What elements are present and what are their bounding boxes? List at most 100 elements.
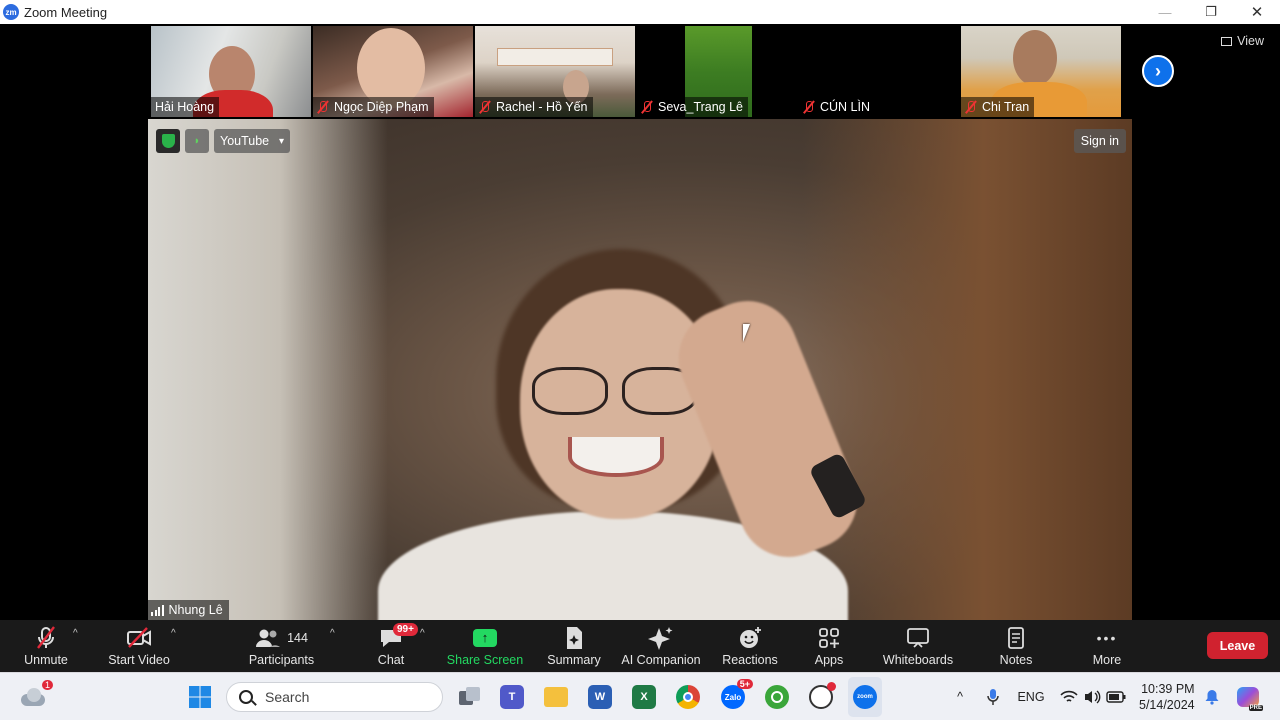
reactions-label: Reactions xyxy=(722,652,778,667)
microphone-tray-icon[interactable] xyxy=(982,673,1004,720)
chat-options-caret[interactable]: ^ xyxy=(420,628,425,639)
whiteboard-icon xyxy=(906,626,930,650)
task-view-icon xyxy=(459,687,481,707)
participant-tile[interactable]: Ngọc Diệp Phạm xyxy=(313,26,473,117)
zalo-icon: Zalo 5+ xyxy=(721,679,753,709)
start-button[interactable] xyxy=(186,673,214,720)
view-button[interactable]: View xyxy=(1221,34,1264,48)
participant-name-label: Chi Tran xyxy=(961,97,1035,117)
participant-name-label: Hải Hoàng xyxy=(151,97,220,117)
audio-options-caret[interactable]: ^ xyxy=(73,628,78,639)
zalo-label: Zalo xyxy=(724,692,742,702)
muted-mic-icon xyxy=(965,100,977,114)
chat-label: Chat xyxy=(377,652,405,667)
sign-in-button[interactable]: Sign in xyxy=(1073,129,1126,153)
recording-app[interactable] xyxy=(806,673,836,720)
copilot-preview-tag: PRE xyxy=(1248,705,1263,711)
window-title: Zoom Meeting xyxy=(24,4,108,20)
apps-label: Apps xyxy=(814,652,844,667)
zalo-badge: 5+ xyxy=(736,679,753,689)
sparkle-icon xyxy=(648,626,674,650)
notifications-bell-icon[interactable] xyxy=(1202,673,1222,720)
word-app[interactable]: W xyxy=(586,673,614,720)
speaker-smile xyxy=(568,437,664,477)
folder-icon xyxy=(544,687,568,707)
apps-icon xyxy=(818,626,840,650)
more-label: More xyxy=(1092,652,1122,667)
participants-label: Participants xyxy=(248,652,315,667)
volume-icon[interactable] xyxy=(1082,673,1102,720)
show-hidden-icons-button[interactable]: ^ xyxy=(950,673,970,720)
participant-tile[interactable]: Seva_Trang Lê xyxy=(637,26,797,117)
participant-tile[interactable]: Rachel - Hồ Yến xyxy=(475,26,635,117)
unmute-button[interactable]: Unmute xyxy=(16,620,76,672)
participant-video xyxy=(357,28,425,108)
app-icon xyxy=(809,682,836,709)
maximize-button[interactable]: ❐ xyxy=(1188,0,1234,24)
zoom-logo-icon: zm xyxy=(3,4,19,20)
next-page-button[interactable]: › xyxy=(1142,55,1174,87)
chevron-right-icon: › xyxy=(1155,60,1161,81)
excel-icon: X xyxy=(632,685,656,709)
copilot-button[interactable]: PRE xyxy=(1234,673,1263,720)
muted-mic-icon xyxy=(317,100,329,114)
more-dots-icon: ••• xyxy=(1096,629,1118,646)
active-speaker-video[interactable]: ◗ YouTube ▾ Sign in Nhung Lê xyxy=(148,119,1132,620)
signal-strength-icon xyxy=(151,604,164,616)
start-video-button[interactable]: Start Video xyxy=(104,620,174,672)
summary-button[interactable]: Summary xyxy=(542,620,606,672)
participants-options-caret[interactable]: ^ xyxy=(330,628,335,639)
participant-tile[interactable]: CÚN LÌN xyxy=(799,26,959,117)
task-view-button[interactable] xyxy=(456,673,484,720)
unmute-label: Unmute xyxy=(24,652,68,667)
taskbar-search[interactable]: Search xyxy=(226,682,443,712)
zoom-icon: zoom xyxy=(853,685,877,709)
system-clock[interactable]: 10:39 PM 5/14/2024 xyxy=(1139,681,1195,713)
whiteboards-button[interactable]: Whiteboards xyxy=(876,620,960,672)
reactions-button[interactable]: Reactions xyxy=(719,620,781,672)
summary-label: Summary xyxy=(547,652,601,667)
notes-label: Notes xyxy=(999,652,1033,667)
security-shield-button[interactable] xyxy=(156,129,180,153)
youtube-stream-button[interactable]: YouTube ▾ xyxy=(214,129,290,153)
participant-tile[interactable]: Chi Tran xyxy=(961,26,1121,117)
live-stream-button[interactable]: ◗ xyxy=(185,129,209,153)
chat-button[interactable]: 99+ Chat xyxy=(366,620,418,672)
excel-app[interactable]: X xyxy=(630,673,658,720)
shield-icon xyxy=(161,134,175,148)
leave-button[interactable]: Leave xyxy=(1207,632,1268,659)
whiteboards-label: Whiteboards xyxy=(882,652,954,667)
language-indicator[interactable]: ENG xyxy=(1014,673,1048,720)
search-placeholder: Search xyxy=(265,689,310,705)
participants-button[interactable]: 144 Participants xyxy=(244,620,319,672)
teams-app[interactable]: T xyxy=(498,673,526,720)
rss-icon: ◗ xyxy=(193,135,201,147)
minimize-button[interactable]: — xyxy=(1142,0,1188,24)
notes-button[interactable]: Notes xyxy=(994,620,1038,672)
share-arrow: ↑ xyxy=(473,628,497,647)
file-explorer-app[interactable] xyxy=(542,673,570,720)
participant-video xyxy=(497,48,613,66)
participant-tile[interactable]: Hải Hoàng xyxy=(151,26,311,117)
share-screen-button[interactable]: ↑ Share Screen xyxy=(446,620,524,672)
participant-name: Chi Tran xyxy=(982,100,1030,114)
zoom-app[interactable]: zoom xyxy=(848,677,882,717)
weather-widget[interactable]: 1 xyxy=(16,673,53,720)
wifi-icon[interactable] xyxy=(1058,673,1080,720)
participants-icon: 144 xyxy=(255,626,308,650)
green-app[interactable] xyxy=(762,673,792,720)
close-button[interactable]: ✕ xyxy=(1234,0,1280,24)
apps-button[interactable]: Apps xyxy=(808,620,850,672)
battery-icon[interactable] xyxy=(1104,673,1128,720)
background-wall xyxy=(148,119,388,620)
grid-view-icon xyxy=(1221,36,1233,46)
zalo-app[interactable]: Zalo 5+ xyxy=(718,673,753,720)
view-button-label: View xyxy=(1237,34,1264,48)
smiley-icon xyxy=(738,626,762,650)
video-options-caret[interactable]: ^ xyxy=(171,628,176,639)
ai-companion-button[interactable]: AI Companion xyxy=(618,620,704,672)
more-button[interactable]: ••• More xyxy=(1085,620,1129,672)
share-screen-label: Share Screen xyxy=(446,652,524,667)
chrome-app[interactable] xyxy=(674,673,702,720)
participant-name: Seva_Trang Lê xyxy=(658,100,744,114)
